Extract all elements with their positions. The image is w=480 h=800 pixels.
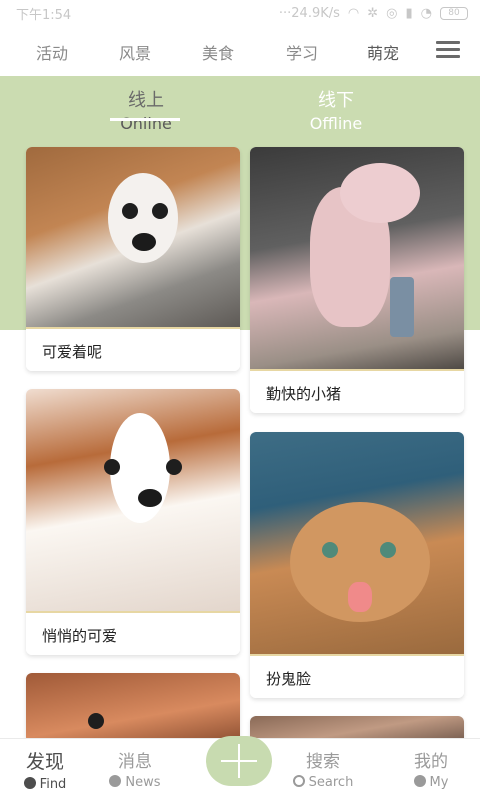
wifi-icon: ◔ <box>420 5 432 21</box>
pet-card[interactable]: 悄悄的可爱 <box>26 389 240 655</box>
nav-my-label-cn: 我的 <box>414 752 448 772</box>
nav-search[interactable]: 搜索 Search <box>278 747 368 790</box>
heart-icon <box>23 777 36 789</box>
menu-icon[interactable] <box>436 38 462 60</box>
nose <box>132 233 156 251</box>
nav-my-label-en: My <box>386 775 476 790</box>
category-tabs: 活动 风景 美食 学习 萌宠 <box>0 26 480 84</box>
alarm-icon: ◎ <box>386 5 398 21</box>
card-caption: 扮鬼脸 <box>250 654 464 698</box>
eye <box>152 203 168 219</box>
card-caption: 可爱着呢 <box>26 327 240 371</box>
search-icon <box>292 775 305 787</box>
status-icons: ···24.9K/s ◠ ✲ ◎ ▮ ◔ 80 <box>279 6 468 21</box>
pet-card[interactable]: 扮鬼脸 <box>250 432 464 698</box>
status-bar: 下午1:54 ···24.9K/s ◠ ✲ ◎ ▮ ◔ 80 <box>0 0 480 26</box>
pig-head <box>340 163 420 223</box>
nav-my[interactable]: 我的 My <box>386 747 476 790</box>
shovel <box>390 277 414 337</box>
mode-offline-tab[interactable]: 线下 Offline <box>290 86 382 133</box>
pet-photo-cat <box>250 432 464 654</box>
add-post-button[interactable] <box>206 736 272 786</box>
pet-photo <box>26 673 240 743</box>
eye <box>322 542 338 558</box>
bluetooth-icon: ✲ <box>367 5 379 21</box>
offline-label-cn: 线下 <box>318 90 354 111</box>
nav-news-label-cn: 消息 <box>118 752 152 772</box>
mode-online-tab[interactable]: 线上 Online <box>100 86 192 133</box>
tab-activity[interactable]: 活动 <box>36 40 68 64</box>
pet-card[interactable]: 可爱着呢 <box>26 147 240 371</box>
status-time: 下午1:54 <box>16 7 72 23</box>
eye <box>166 459 182 475</box>
pet-photo-puppy <box>26 147 240 327</box>
eye <box>104 459 120 475</box>
tab-pets[interactable]: 萌宠 <box>367 40 399 64</box>
online-indicator <box>110 118 180 121</box>
pet-photo-pig <box>250 147 464 369</box>
user-icon <box>413 775 426 787</box>
online-label-en: Online <box>120 114 172 133</box>
offline-label-en: Offline <box>309 114 363 133</box>
headset-icon: ◠ <box>347 5 360 21</box>
tongue <box>348 582 372 612</box>
online-label-cn: 线上 <box>128 90 164 111</box>
eye <box>122 203 138 219</box>
network-speed: ···24.9K/s <box>278 5 340 21</box>
nav-news[interactable]: 消息 News <box>90 747 180 790</box>
nav-find-label-cn: 发现 <box>25 751 64 773</box>
pet-card[interactable] <box>26 673 240 743</box>
pet-card[interactable]: 勤快的小猪 <box>250 147 464 413</box>
eye <box>88 713 104 729</box>
card-caption: 勤快的小猪 <box>250 369 464 413</box>
plus-icon <box>238 744 240 778</box>
tab-scenery[interactable]: 风景 <box>119 40 151 64</box>
battery-icon: 80 <box>440 6 468 20</box>
nav-news-label-en: News <box>90 775 180 790</box>
nose <box>138 489 162 507</box>
pet-photo-puppy <box>26 389 240 611</box>
tab-food[interactable]: 美食 <box>202 40 234 64</box>
eye <box>380 542 396 558</box>
nav-find[interactable]: 发现 Find <box>0 747 90 792</box>
card-caption: 悄悄的可爱 <box>26 611 240 655</box>
nav-search-label-cn: 搜索 <box>306 752 340 772</box>
nav-search-label-en: Search <box>278 775 368 790</box>
signal-icon: ▮ <box>405 5 413 21</box>
nav-find-label-en: Find <box>0 777 90 792</box>
chat-icon <box>109 775 122 787</box>
tab-study[interactable]: 学习 <box>286 40 318 64</box>
